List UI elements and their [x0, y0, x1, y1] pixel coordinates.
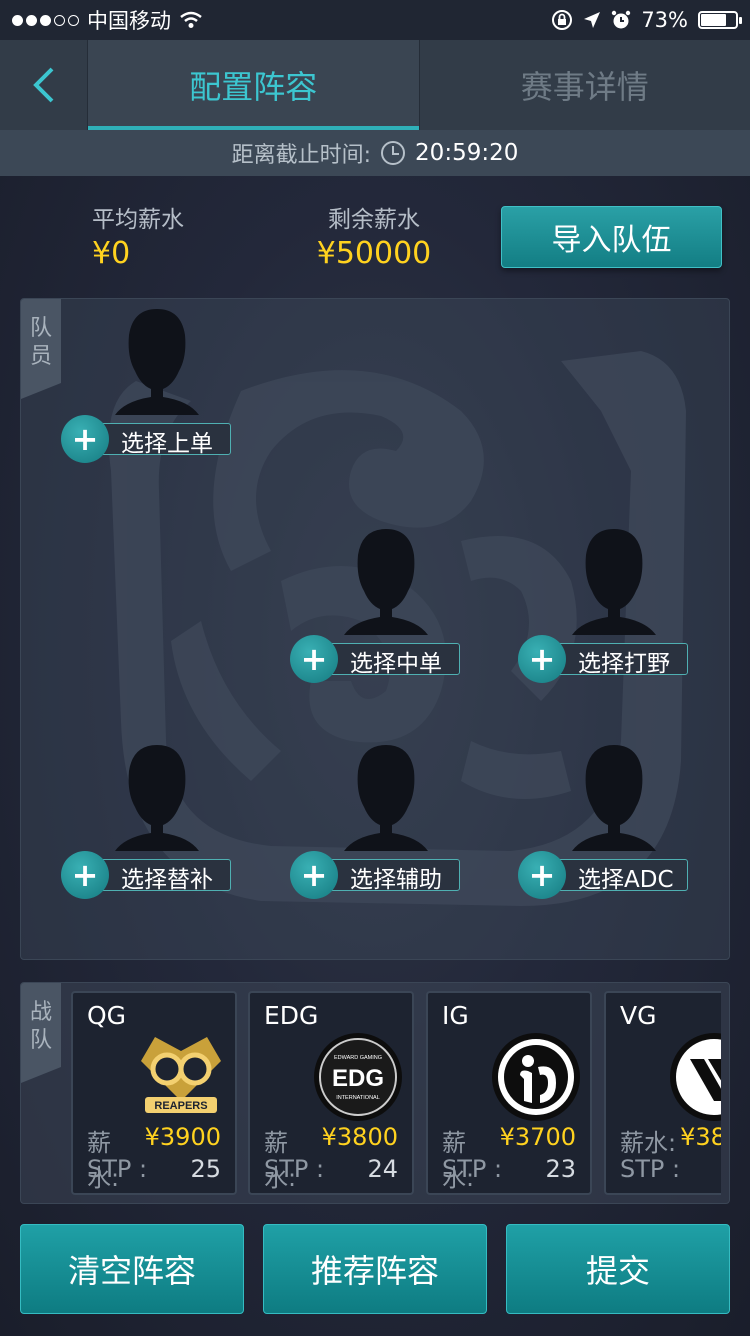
slot-adc[interactable]: + 选择ADC	[518, 741, 690, 911]
stp-label: STP :	[442, 1155, 503, 1183]
top-nav: 配置阵容 赛事详情	[0, 40, 750, 130]
signal-icon	[12, 14, 79, 26]
stp-value: 25	[190, 1155, 221, 1183]
player-silhouette-icon	[572, 529, 656, 635]
average-salary-label: 平均薪水	[92, 207, 184, 233]
teams-tag-label: 战队	[29, 1000, 52, 1053]
tab-match-details[interactable]: 赛事详情	[418, 40, 750, 130]
ig-logo-icon	[492, 1033, 580, 1121]
battery-level	[701, 14, 726, 26]
edg-logo-bottom-text: INTERNATIONAL	[336, 1095, 380, 1101]
team-card-edg[interactable]: EDG EDWARD GAMING EDG INTERNATIONAL 薪水: …	[248, 991, 414, 1195]
deadline-time: 20:59:20	[415, 140, 519, 166]
back-button[interactable]	[0, 40, 88, 130]
slot-support[interactable]: + 选择辅助	[290, 741, 462, 911]
roster-tag: 队员	[21, 299, 61, 399]
slot-mid[interactable]: + 选择中单	[290, 525, 462, 695]
vg-logo-icon	[670, 1033, 721, 1121]
qg-logo-icon: REAPERS	[141, 1037, 221, 1113]
import-team-button[interactable]: 导入队伍	[501, 206, 722, 268]
team-card-ig[interactable]: IG 薪水: ¥3700 STP : 23	[426, 991, 592, 1195]
stp-label: STP :	[264, 1155, 325, 1183]
slot-label: 选择替补	[121, 867, 213, 893]
slot-label: 选择中单	[350, 651, 442, 677]
slot-substitute[interactable]: + 选择替补	[61, 741, 233, 911]
battery-percent: 73%	[641, 8, 688, 32]
player-silhouette-icon	[344, 745, 428, 851]
team-card-qg[interactable]: QG REAPERS 薪水: ¥3900 STP : 25	[71, 991, 237, 1195]
team-stp: STP :	[620, 1155, 721, 1183]
stp-label: STP :	[87, 1155, 148, 1183]
slot-jungle[interactable]: + 选择打野	[518, 525, 690, 695]
qg-logo-text: REAPERS	[154, 1100, 207, 1112]
team-stp: STP : 24	[264, 1155, 398, 1183]
add-player-icon[interactable]: +	[61, 851, 109, 899]
roster-tag-label: 队员	[29, 316, 52, 369]
chevron-left-icon	[32, 67, 53, 103]
teams-tag: 战队	[21, 983, 61, 1083]
remaining-salary-value: ¥50000	[316, 236, 432, 271]
team-name: IG	[442, 1001, 469, 1030]
clock-icon	[381, 141, 406, 165]
deadline-bar: 距离截止时间: 20:59:20	[0, 130, 750, 176]
add-player-icon[interactable]: +	[290, 635, 338, 683]
slot-label: 选择ADC	[578, 867, 674, 893]
team-name: EDG	[264, 1001, 319, 1030]
slot-label: 选择打野	[578, 651, 670, 677]
team-card-vg[interactable]: VG 薪水: ¥38 STP :	[604, 991, 721, 1195]
salary-value: ¥38	[680, 1123, 721, 1151]
roster-panel: 队员 + 选择上单 + 选择中单 + 选择打野 + 选择替补 + 选择辅助 + …	[20, 298, 730, 960]
stp-label: STP :	[620, 1155, 681, 1183]
player-silhouette-icon	[572, 745, 656, 851]
submit-button[interactable]: 提交	[506, 1224, 730, 1314]
add-player-icon[interactable]: +	[290, 851, 338, 899]
teams-panel: 战队 QG REAPERS 薪水: ¥3900 STP : 25 EDG EDW…	[20, 982, 730, 1204]
average-salary: 平均薪水 ¥0	[70, 200, 206, 271]
add-player-icon[interactable]: +	[61, 415, 109, 463]
team-stp: STP : 25	[87, 1155, 221, 1183]
remaining-salary-label: 剩余薪水	[328, 207, 420, 233]
edg-logo-top-text: EDWARD GAMING	[334, 1055, 382, 1061]
slot-label: 选择辅助	[350, 867, 442, 893]
remaining-salary: 剩余薪水 ¥50000	[306, 200, 442, 271]
edg-logo-text: EDG	[332, 1065, 384, 1092]
team-stp: STP : 23	[442, 1155, 576, 1183]
team-name: QG	[87, 1001, 127, 1030]
team-list[interactable]: QG REAPERS 薪水: ¥3900 STP : 25 EDG EDWARD…	[71, 991, 721, 1195]
add-player-icon[interactable]: +	[518, 635, 566, 683]
slot-top[interactable]: + 选择上单	[61, 305, 233, 475]
clear-lineup-button[interactable]: 清空阵容	[20, 1224, 244, 1314]
carrier-label: 中国移动	[87, 9, 171, 33]
battery-icon	[698, 11, 742, 29]
status-bar: 中国移动 73%	[0, 0, 750, 40]
player-silhouette-icon	[115, 309, 199, 415]
add-player-icon[interactable]: +	[518, 851, 566, 899]
orientation-lock-icon	[552, 10, 573, 30]
team-salary: 薪水: ¥38	[620, 1123, 721, 1158]
player-silhouette-icon	[115, 745, 199, 851]
slot-label: 选择上单	[121, 431, 213, 457]
alarm-icon	[612, 10, 631, 29]
player-silhouette-icon	[344, 529, 428, 635]
team-name: VG	[620, 1001, 657, 1030]
stp-value: 23	[545, 1155, 576, 1183]
deadline-label: 距离截止时间:	[231, 143, 372, 168]
location-icon	[584, 12, 601, 28]
salary-label: 薪水:	[620, 1129, 677, 1157]
tab-lineup[interactable]: 配置阵容	[88, 40, 419, 130]
stp-value: 24	[367, 1155, 398, 1183]
edg-logo-icon: EDWARD GAMING EDG INTERNATIONAL	[314, 1033, 402, 1121]
wifi-icon	[180, 11, 202, 28]
average-salary-value: ¥0	[92, 236, 131, 271]
recommend-lineup-button[interactable]: 推荐阵容	[263, 1224, 487, 1314]
